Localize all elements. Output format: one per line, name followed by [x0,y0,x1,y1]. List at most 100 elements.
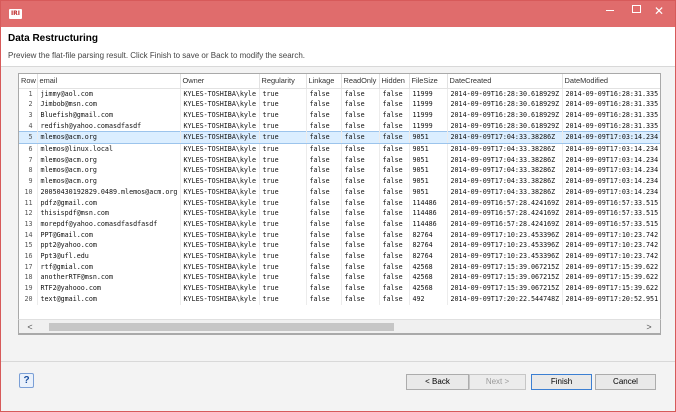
table-cell: 42568 [409,283,448,294]
table-row[interactable]: 15 ppt2@yahoo.com KYLES-TOSHIBA\kyle true fa… [19,240,660,252]
column-header[interactable]: ReadOnly [341,74,380,89]
column-header[interactable]: Row [19,74,38,89]
table-header-row: Row email Owner Regularity Linkage ReadOnly Hi… [19,74,660,89]
table-row[interactable]: 8 mlemos@acm.org KYLES-TOSHIBA\kyle true fal… [19,165,660,177]
table-cell: 2014-09-09T17:15:39.622 [562,283,660,294]
table-row[interactable]: 5 mlemos@acm.org KYLES-TOSHIBA\kyle true fal… [19,131,660,145]
table-cell: true [259,143,307,155]
table-row[interactable]: 3 Bluefish@gmail.com KYLES-TOSHIBA\kyle tru… [19,109,660,121]
table-row[interactable]: 18 anotherRTF@msn.com KYLES-TOSHIBA\kyle tr… [19,272,660,284]
scroll-right-arrow-icon[interactable]: > [643,321,655,333]
table-cell: KYLES-TOSHIBA\kyle [180,88,260,100]
table-cell: thisispdf@msn.com [37,208,181,219]
table-row[interactable]: 19 RTF2@yahooo.com KYLES-TOSHIBA\kyle true f… [19,283,660,294]
table-row[interactable]: 10 20050430192829.0489.mlemos@acm.org KYLE… [19,186,660,198]
table-cell: false [341,88,380,100]
column-header[interactable]: DateCreated [447,74,563,89]
column-header[interactable]: DateModified [562,74,660,89]
table-cell: true [259,218,307,230]
table-cell: 2014-09-09T16:28:30.618929Z [447,99,563,110]
table-cell: false [379,240,410,252]
table-cell: KYLES-TOSHIBA\kyle [180,229,260,241]
minimize-button[interactable] [597,1,623,21]
next-button[interactable]: Next > [469,374,526,390]
table-cell: KYLES-TOSHIBA\kyle [180,240,260,252]
table-cell: Bluefish@gmail.com [37,109,181,121]
close-icon: ✕ [653,4,665,18]
table-cell: true [259,120,307,132]
table-cell: false [341,197,380,209]
cancel-button[interactable]: Cancel [595,374,656,390]
table-row[interactable]: 17 rtf@gmial.com KYLES-TOSHIBA\kyle true fal… [19,261,660,273]
preview-table-container[interactable]: Row email Owner Regularity Linkage ReadOnly Hi… [18,73,661,335]
table-cell: 2014-09-09T17:03:14.234 [562,176,660,187]
table-row[interactable]: 1 jimmy@aol.com KYLES-TOSHIBA\kyle true fals… [19,88,660,100]
table-cell: pdfz@gmail.com [37,197,181,209]
table-row[interactable]: 16 Ppt3@ufl.edu KYLES-TOSHIBA\kyle true fals… [19,251,660,262]
maximize-button[interactable] [623,1,649,21]
scroll-left-arrow-icon[interactable]: < [24,321,36,333]
column-header[interactable]: email [37,74,181,89]
table-cell: 82764 [409,229,448,241]
column-header[interactable]: Linkage [306,74,342,89]
column-header[interactable]: FileSize [409,74,448,89]
help-button[interactable]: ? [19,373,34,388]
table-row[interactable]: 7 mlemos@acm.org KYLES-TOSHIBA\kyle true fal… [19,154,660,166]
table-row[interactable]: 11 pdfz@gmail.com KYLES-TOSHIBA\kyle true fa… [19,197,660,209]
table-cell: 2014-09-09T17:04:33.38286Z [447,154,563,166]
table-row[interactable]: 4 redfish@yahoo.comasdfasdf KYLES-TOSHIBA\… [19,120,660,132]
title-bar: IRI ✕ [1,1,675,27]
table-cell: true [259,154,307,166]
column-header[interactable]: Regularity [259,74,307,89]
row-number-cell: 5 [19,131,38,145]
table-cell: false [341,131,380,145]
table-cell: false [306,240,342,252]
iri-logo-icon: IRI [9,9,22,19]
table-cell: jimmy@aol.com [37,88,181,100]
column-header[interactable]: Hidden [379,74,410,89]
table-cell: 2014-09-09T16:28:31.335 [562,99,660,110]
table-cell: redfish@yahoo.comasdfasdf [37,120,181,132]
table-cell: KYLES-TOSHIBA\kyle [180,251,260,262]
table-cell: KYLES-TOSHIBA\kyle [180,131,260,145]
back-button[interactable]: < Back [406,374,469,390]
table-cell: 492 [409,293,448,305]
row-number-cell: 19 [19,283,38,294]
row-number-cell: 18 [19,272,38,284]
table-cell: false [379,131,410,145]
horizontal-scrollbar[interactable]: < > [18,319,661,334]
row-number-cell: 16 [19,251,38,262]
row-number-cell: 10 [19,186,38,198]
table-row[interactable]: 2 Jimbob@msn.com KYLES-TOSHIBA\kyle true fal… [19,99,660,110]
table-row[interactable]: 9 mlemos@acm.org KYLES-TOSHIBA\kyle true fal… [19,176,660,187]
scroll-thumb[interactable] [49,323,394,331]
table-cell: mlemos@acm.org [37,176,181,187]
table-cell: Ppt3@ufl.edu [37,251,181,262]
table-row[interactable]: 13 morepdf@yahoo.comasdfasdfasdf KYLES-TOS… [19,218,660,230]
row-number-cell: 4 [19,120,38,132]
table-cell: 2014-09-09T16:28:31.335 [562,88,660,100]
table-cell: KYLES-TOSHIBA\kyle [180,283,260,294]
table-cell: false [306,208,342,219]
table-row[interactable]: 20 text@gmail.com KYLES-TOSHIBA\kyle true fa… [19,293,660,305]
close-button[interactable]: ✕ [647,1,671,21]
table-cell: 2014-09-09T17:03:14.234 [562,154,660,166]
table-row[interactable]: 6 mlemos@linux.local KYLES-TOSHIBA\kyle tru… [19,143,660,155]
table-cell: false [379,283,410,294]
table-cell: KYLES-TOSHIBA\kyle [180,154,260,166]
table-cell: 9051 [409,131,448,145]
table-row[interactable]: 14 PPT@Gmail.com KYLES-TOSHIBA\kyle true fal… [19,229,660,241]
table-cell: false [306,218,342,230]
page-description: Preview the flat-file parsing result. Cl… [8,51,306,60]
table-cell: KYLES-TOSHIBA\kyle [180,99,260,110]
table-cell: false [306,229,342,241]
row-number-cell: 20 [19,293,38,305]
table-cell: RTF2@yahooo.com [37,283,181,294]
finish-button[interactable]: Finish [531,374,592,390]
table-cell: 2014-09-09T16:28:30.618929Z [447,120,563,132]
table-row[interactable]: 12 thisispdf@msn.com KYLES-TOSHIBA\kyle tru… [19,208,660,219]
table-cell: false [379,154,410,166]
table-cell: anotherRTF@msn.com [37,272,181,284]
table-cell: KYLES-TOSHIBA\kyle [180,218,260,230]
column-header[interactable]: Owner [180,74,260,89]
